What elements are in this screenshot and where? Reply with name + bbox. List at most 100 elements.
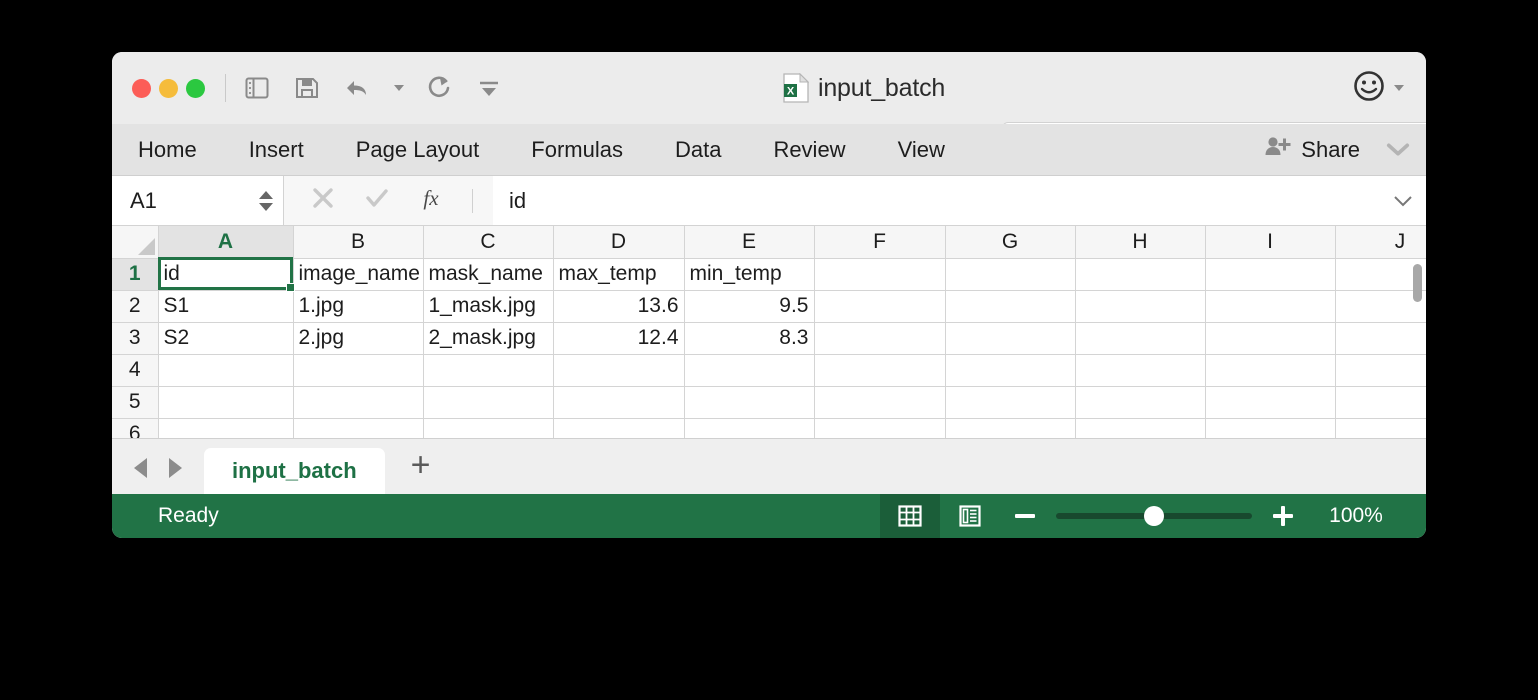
zoom-slider-knob[interactable] — [1144, 506, 1164, 526]
tab-view[interactable]: View — [872, 137, 971, 163]
cell-g2[interactable] — [945, 290, 1076, 323]
cell-i6[interactable] — [1205, 418, 1336, 438]
minimize-window-button[interactable] — [159, 78, 178, 98]
cell-g6[interactable] — [945, 418, 1076, 438]
row-header-4[interactable]: 4 — [112, 354, 159, 387]
cell-c2[interactable]: 1_mask.jpg — [423, 290, 554, 323]
tab-data[interactable]: Data — [649, 137, 747, 163]
row-header-3[interactable]: 3 — [112, 322, 159, 355]
maximize-window-button[interactable] — [186, 78, 205, 98]
page-layout-view-icon[interactable] — [940, 494, 1000, 538]
cell-j3[interactable] — [1335, 322, 1426, 355]
cell-a2[interactable]: S1 — [158, 290, 294, 323]
column-header-b[interactable]: B — [293, 226, 424, 259]
close-window-button[interactable] — [132, 78, 151, 98]
cell-c4[interactable] — [423, 354, 554, 387]
sheet-tab-input-batch[interactable]: input_batch — [204, 448, 385, 494]
cell-a5[interactable] — [158, 386, 294, 419]
formula-bar-expand-icon[interactable] — [1380, 176, 1426, 225]
cell-d5[interactable] — [553, 386, 685, 419]
cell-h1[interactable] — [1075, 258, 1206, 291]
zoom-slider[interactable] — [1056, 494, 1252, 538]
cell-e3[interactable]: 8.3 — [684, 322, 815, 355]
sidebar-toggle-icon[interactable] — [242, 73, 272, 103]
cell-e2[interactable]: 9.5 — [684, 290, 815, 323]
cell-i3[interactable] — [1205, 322, 1336, 355]
cell-h4[interactable] — [1075, 354, 1206, 387]
name-box[interactable]: A1 — [112, 176, 284, 225]
cell-f1[interactable] — [814, 258, 946, 291]
row-header-1[interactable]: 1 — [112, 258, 159, 291]
tab-home[interactable]: Home — [112, 137, 223, 163]
cell-a1[interactable]: id — [158, 258, 294, 291]
save-icon[interactable] — [292, 73, 322, 103]
cell-b6[interactable] — [293, 418, 424, 438]
cell-b1[interactable]: image_name — [293, 258, 424, 291]
tab-formulas[interactable]: Formulas — [505, 137, 649, 163]
cell-j5[interactable] — [1335, 386, 1426, 419]
cell-f3[interactable] — [814, 322, 946, 355]
fx-icon[interactable]: fx — [418, 184, 444, 217]
cell-a3[interactable]: S2 — [158, 322, 294, 355]
cell-e4[interactable] — [684, 354, 815, 387]
normal-view-icon[interactable] — [880, 494, 940, 538]
zoom-in-button[interactable] — [1258, 494, 1308, 538]
cell-b4[interactable] — [293, 354, 424, 387]
cell-f5[interactable] — [814, 386, 946, 419]
cell-h6[interactable] — [1075, 418, 1206, 438]
tab-page-layout[interactable]: Page Layout — [330, 137, 506, 163]
column-header-j[interactable]: J — [1335, 226, 1426, 259]
cell-d4[interactable] — [553, 354, 685, 387]
cell-g1[interactable] — [945, 258, 1076, 291]
cell-b5[interactable] — [293, 386, 424, 419]
cell-b3[interactable]: 2.jpg — [293, 322, 424, 355]
stepper-down-icon[interactable] — [259, 202, 273, 211]
row-header-6[interactable]: 6 — [112, 418, 159, 438]
column-header-c[interactable]: C — [423, 226, 554, 259]
cell-j4[interactable] — [1335, 354, 1426, 387]
spreadsheet-grid[interactable]: A B C D E F G H I J 1 id image_name mask… — [112, 226, 1426, 438]
cell-f6[interactable] — [814, 418, 946, 438]
cell-g5[interactable] — [945, 386, 1076, 419]
cell-d3[interactable]: 12.4 — [553, 322, 685, 355]
cell-i1[interactable] — [1205, 258, 1336, 291]
add-sheet-button[interactable]: + — [411, 448, 431, 494]
cell-i5[interactable] — [1205, 386, 1336, 419]
cell-b2[interactable]: 1.jpg — [293, 290, 424, 323]
cell-c1[interactable]: mask_name — [423, 258, 554, 291]
cell-a6[interactable] — [158, 418, 294, 438]
share-button[interactable]: Share — [1264, 135, 1360, 164]
cell-e6[interactable] — [684, 418, 815, 438]
cell-d6[interactable] — [553, 418, 685, 438]
column-header-g[interactable]: G — [945, 226, 1076, 259]
cell-i2[interactable] — [1205, 290, 1336, 323]
column-header-i[interactable]: I — [1205, 226, 1336, 259]
next-sheet-arrow-icon[interactable] — [169, 458, 182, 478]
cell-j6[interactable] — [1335, 418, 1426, 438]
vertical-scrollbar[interactable] — [1413, 264, 1422, 302]
cell-f2[interactable] — [814, 290, 946, 323]
undo-dropdown-icon[interactable] — [394, 85, 404, 91]
cell-h2[interactable] — [1075, 290, 1206, 323]
select-all-corner[interactable] — [112, 226, 159, 259]
column-header-a[interactable]: A — [158, 226, 294, 259]
account-dropdown-icon[interactable] — [1394, 85, 1404, 91]
formula-input[interactable]: id — [493, 176, 1380, 225]
cell-e5[interactable] — [684, 386, 815, 419]
column-header-h[interactable]: H — [1075, 226, 1206, 259]
cell-e1[interactable]: min_temp — [684, 258, 815, 291]
customize-toolbar-icon[interactable] — [474, 73, 504, 103]
cell-c3[interactable]: 2_mask.jpg — [423, 322, 554, 355]
account-menu[interactable] — [1352, 69, 1404, 108]
column-header-d[interactable]: D — [553, 226, 685, 259]
cell-g4[interactable] — [945, 354, 1076, 387]
column-header-e[interactable]: E — [684, 226, 815, 259]
cell-c5[interactable] — [423, 386, 554, 419]
cell-c6[interactable] — [423, 418, 554, 438]
stepper-up-icon[interactable] — [259, 190, 273, 199]
cell-h5[interactable] — [1075, 386, 1206, 419]
cell-g3[interactable] — [945, 322, 1076, 355]
chevron-down-icon[interactable] — [1386, 138, 1410, 162]
cell-a4[interactable] — [158, 354, 294, 387]
tab-review[interactable]: Review — [747, 137, 871, 163]
